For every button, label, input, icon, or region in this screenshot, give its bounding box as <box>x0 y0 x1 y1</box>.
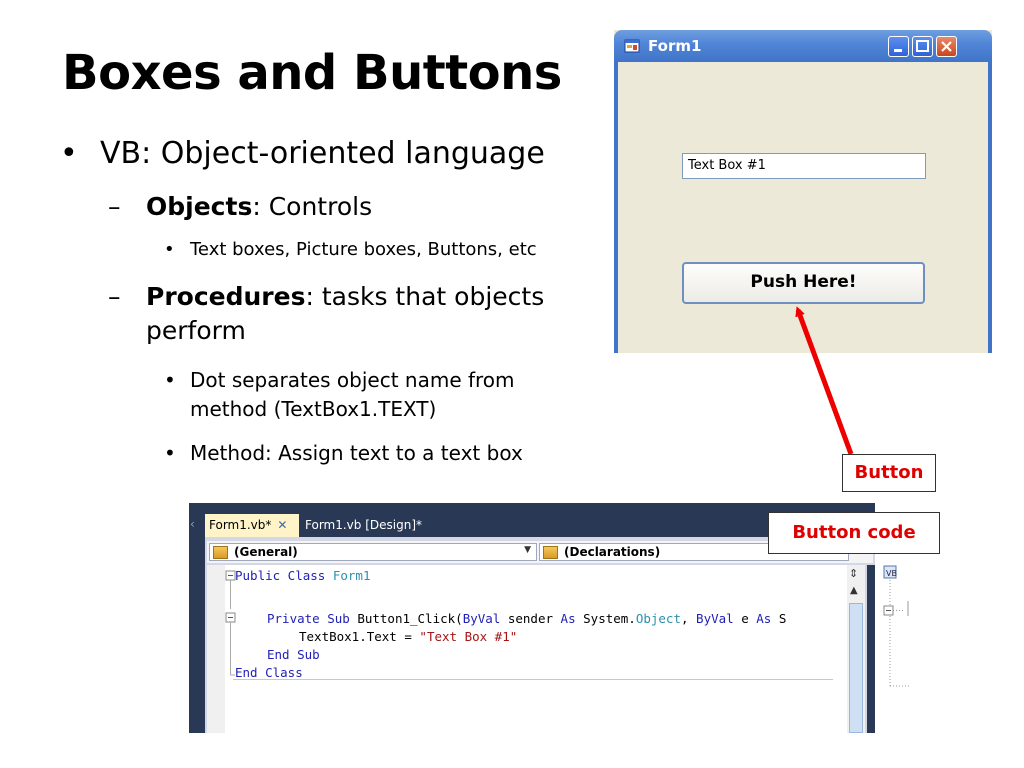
code-line-4: TextBox1.Text = "Text Box #1" <box>299 629 518 644</box>
code-gutter <box>207 565 225 733</box>
code-line-5: End Sub <box>267 647 320 662</box>
svg-text:VB: VB <box>886 569 897 578</box>
scroll-left-icon[interactable]: ‹ <box>190 517 195 531</box>
fold-markers <box>225 570 236 676</box>
tab-form1-design[interactable]: Form1.vb [Design]* <box>299 514 428 536</box>
general-dropdown[interactable]: (General) ▼ <box>209 543 537 561</box>
tab-label: Form1.vb* <box>209 518 272 532</box>
label-button-code: Button code <box>768 512 940 554</box>
code-line-6: End Class <box>235 665 303 680</box>
solution-tree-fragment: VB <box>883 565 910 687</box>
code-editor[interactable]: Public Class Form1 Private Sub Button1_C… <box>225 565 847 733</box>
class-icon <box>213 546 228 559</box>
code-line-1: Public Class Form1 <box>235 568 371 583</box>
code-end-line <box>233 679 833 680</box>
tab-form1-vb[interactable]: Form1.vb* ✕ <box>205 514 299 537</box>
arrow-to-button <box>795 306 854 455</box>
ide-divider <box>867 565 875 733</box>
tab-close-icon[interactable]: ✕ <box>277 518 287 532</box>
scrollbar-thumb[interactable] <box>849 603 863 733</box>
code-line-3: Private Sub Button1_Click(ByVal sender A… <box>267 611 787 626</box>
dropdown-value: (Declarations) <box>564 545 661 559</box>
label-button: Button <box>842 454 936 492</box>
dropdown-value: (General) <box>234 545 298 559</box>
chevron-down-icon: ▼ <box>524 545 531 555</box>
class-icon <box>543 546 558 559</box>
split-icon[interactable]: ⇕ <box>849 567 858 580</box>
scroll-up-icon[interactable]: ▲ <box>850 585 858 596</box>
